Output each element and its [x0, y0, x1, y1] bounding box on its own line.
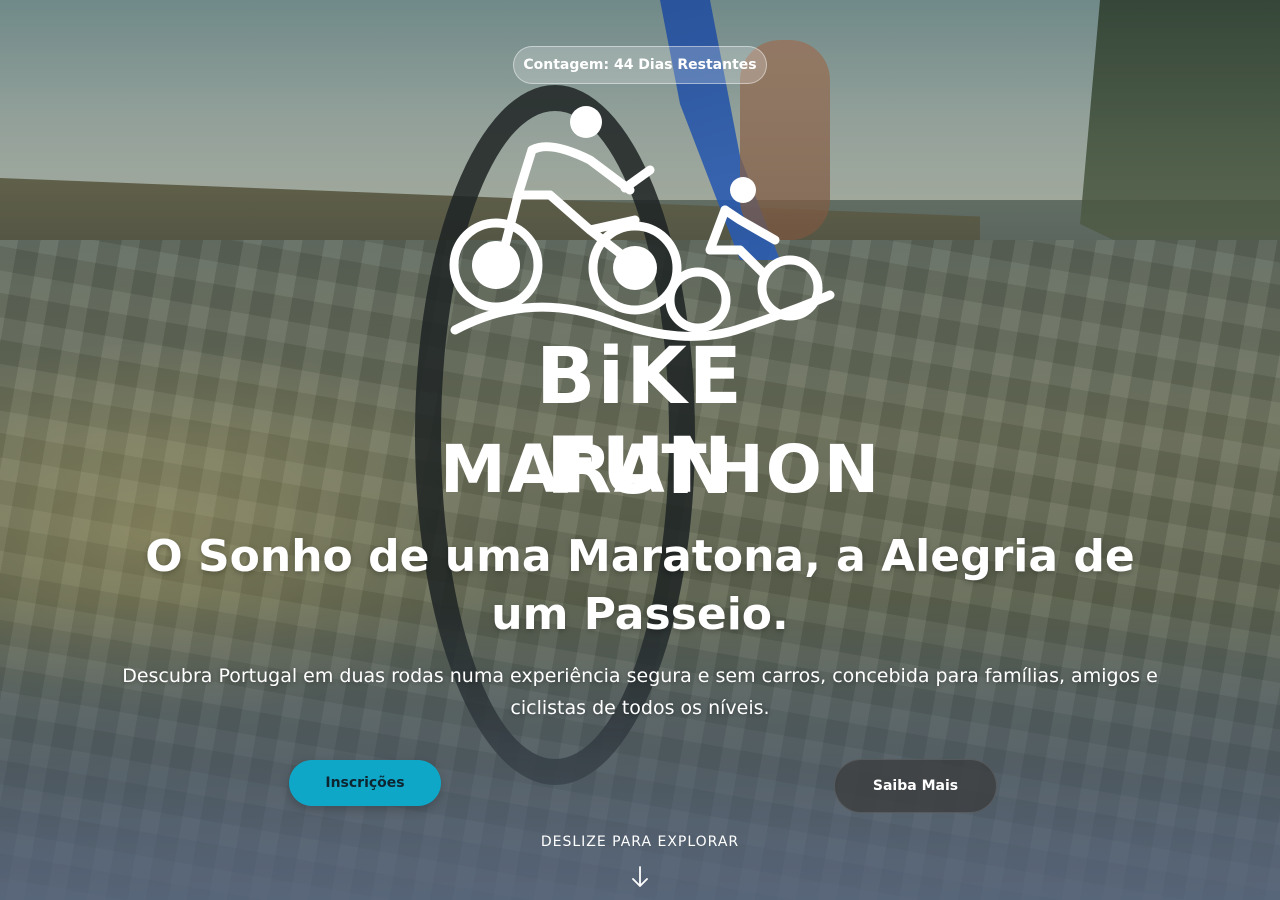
- countdown-label: Contagem: 44 Dias Restantes: [523, 57, 757, 73]
- hero-section: Contagem: 44 Dias Restantes BiKE FUN MAR…: [0, 0, 1280, 900]
- scroll-hint-label: DESLIZE PARA EXPLORAR: [540, 834, 740, 850]
- arrow-down-icon[interactable]: [628, 864, 652, 890]
- registration-button[interactable]: Inscrições: [289, 760, 441, 806]
- learn-more-button[interactable]: Saiba Mais: [834, 759, 997, 813]
- countdown-badge: Contagem: 44 Dias Restantes: [513, 46, 767, 84]
- hero-subtext: Descubra Portugal em duas rodas numa exp…: [122, 665, 1158, 719]
- hero-headline: O Sonho de uma Maratona, a Alegria de um…: [145, 531, 1135, 640]
- logo-title-line2: MARATHON: [440, 431, 882, 508]
